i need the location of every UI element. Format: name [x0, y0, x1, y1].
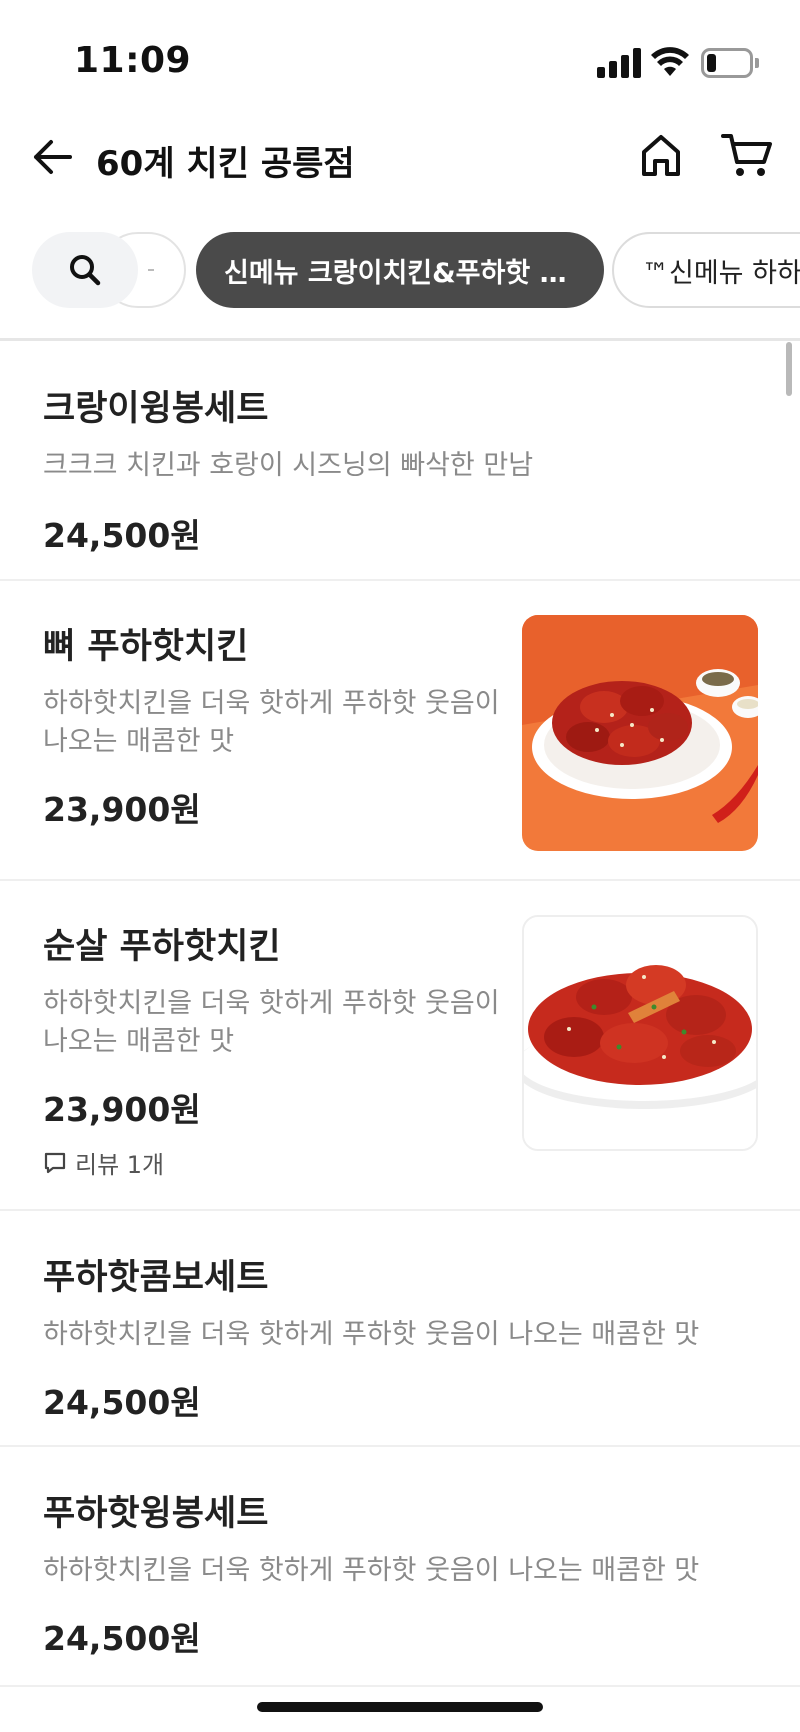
status-time: 11:09: [74, 40, 192, 81]
menu-item-review[interactable]: 리뷰 1개: [43, 1145, 164, 1180]
menu-item[interactable]: 푸하핫윙봉세트 하하핫치킨을 더욱 핫하게 푸하핫 웃음이 나오는 매콤한 맛 …: [0, 1449, 800, 1687]
menu-item-name: 크랑이윙봉세트: [43, 389, 269, 429]
cart-button[interactable]: [720, 130, 774, 180]
menu-item-price: 24,500원: [43, 1619, 201, 1658]
menu-item-desc: 하하핫치킨을 더욱 핫하게 푸하핫 웃음이 나오는 매콤한 맛: [43, 988, 500, 1057]
category-chip-row: 신메뉴 크랑이치킨&푸하핫 … ™신메뉴 하하핫: [0, 230, 800, 310]
signal-icon: [597, 48, 641, 78]
spicy-chicken-photo-icon: [522, 615, 758, 851]
menu-search-button[interactable]: [32, 232, 138, 308]
search-icon: [70, 255, 101, 286]
back-button[interactable]: [30, 134, 76, 180]
menu-item-price: 24,500원: [43, 1383, 201, 1422]
menu-item-name: 푸하핫콤보세트: [43, 1258, 269, 1298]
wifi-icon: [651, 47, 689, 76]
home-indicator[interactable]: [257, 1702, 543, 1712]
spicy-boneless-chicken-photo-icon: [524, 917, 756, 1149]
home-button[interactable]: [636, 130, 686, 180]
review-bubble-icon: [44, 1152, 66, 1173]
status-bar: 11:09: [0, 0, 800, 110]
divider: [0, 338, 800, 341]
header: 60계 치킨 공릉점: [0, 110, 800, 210]
menu-item-name: 순살 푸하핫치킨: [43, 927, 281, 967]
menu-item-price: 24,500원: [43, 516, 201, 555]
menu-item-desc: 하하핫치킨을 더욱 핫하게 푸하핫 웃음이 나오는 매콤한 맛: [43, 1555, 700, 1586]
menu-item[interactable]: 순살 푸하핫치킨 하하핫치킨을 더욱 핫하게 푸하핫 웃음이 나오는 매콤한 맛…: [0, 883, 800, 1211]
menu-item-desc: 하하핫치킨을 더욱 핫하게 푸하핫 웃음이 나오는 매콤한 맛: [43, 688, 500, 757]
menu-item[interactable]: 크랑이윙봉세트 크크크 치킨과 호랑이 시즈닝의 빠삭한 만남 24,500원: [0, 343, 800, 581]
category-chip-next[interactable]: ™신메뉴 하하핫: [612, 232, 800, 308]
menu-item-price: 23,900원: [43, 790, 201, 829]
review-count: 리뷰 1개: [75, 1151, 165, 1179]
menu-item[interactable]: 뼈 푸하핫치킨 하하핫치킨을 더욱 핫하게 푸하핫 웃음이 나오는 매콤한 맛 …: [0, 583, 800, 881]
menu-item[interactable]: 푸하핫콤보세트 하하핫치킨을 더욱 핫하게 푸하핫 웃음이 나오는 매콤한 맛 …: [0, 1213, 800, 1447]
menu-item-image: [522, 615, 758, 851]
menu-item-desc: 크크크 치킨과 호랑이 시즈닝의 빠삭한 만남: [43, 450, 534, 481]
menu-item-price: 23,900원: [43, 1090, 201, 1129]
store-title: 60계 치킨 공릉점: [96, 144, 355, 184]
menu-item-image: [522, 915, 758, 1151]
menu-item-name: 푸하핫윙봉세트: [43, 1494, 269, 1534]
battery-icon: [701, 48, 759, 78]
category-chip-active[interactable]: 신메뉴 크랑이치킨&푸하핫 …: [196, 232, 604, 308]
menu-item-desc: 하하핫치킨을 더욱 핫하게 푸하핫 웃음이 나오는 매콤한 맛: [43, 1319, 700, 1350]
menu-item-name: 뼈 푸하핫치킨: [43, 627, 249, 667]
home-icon: [642, 135, 680, 176]
back-arrow-icon: [34, 140, 72, 174]
cart-icon: [721, 134, 772, 176]
